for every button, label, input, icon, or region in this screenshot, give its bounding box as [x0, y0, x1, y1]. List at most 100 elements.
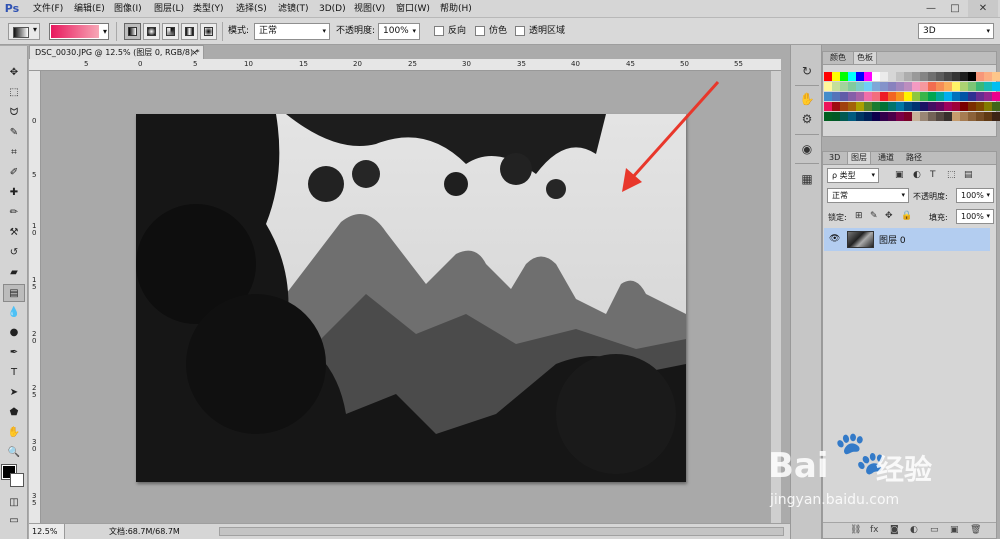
- type-tool-icon[interactable]: T: [3, 364, 25, 382]
- background-color-swatch[interactable]: [10, 473, 24, 487]
- screen-mode-icon[interactable]: ▭: [3, 512, 25, 530]
- pen-tool-icon[interactable]: ✒: [3, 344, 25, 362]
- layer-row[interactable]: 👁 图层 0: [824, 228, 990, 251]
- horizontal-scrollbar[interactable]: [219, 527, 784, 536]
- swatch[interactable]: [992, 82, 1000, 91]
- vertical-ruler: 0 5 1 0 1 5 2 0 2 5 3 0 3 5: [29, 71, 41, 523]
- dodge-tool-icon[interactable]: ●: [3, 324, 25, 342]
- mode-select[interactable]: 正常 ▾: [254, 23, 330, 40]
- menu-edit[interactable]: 编辑(E): [74, 0, 105, 18]
- angle-gradient-button[interactable]: [162, 23, 179, 40]
- menu-file[interactable]: 文件(F): [33, 0, 63, 18]
- eraser-tool-icon[interactable]: ▰: [3, 264, 25, 282]
- color-wheel-icon[interactable]: ◉: [798, 141, 816, 158]
- smart-object-filter-icon[interactable]: ▤: [964, 170, 973, 180]
- history-brush-tool-icon[interactable]: ↺: [3, 244, 25, 262]
- history-icon[interactable]: ↻: [798, 63, 816, 80]
- blend-mode-select[interactable]: 正常 ▾: [827, 188, 909, 203]
- tab-color[interactable]: 颜色: [827, 52, 849, 64]
- menu-window[interactable]: 窗口(W): [396, 0, 430, 18]
- crop-tool-icon[interactable]: ⌗: [3, 144, 25, 162]
- trash-icon[interactable]: 🗑: [970, 525, 981, 535]
- tab-paths[interactable]: 路径: [903, 152, 925, 164]
- tab-channels[interactable]: 通道: [875, 152, 897, 164]
- minimize-button[interactable]: —: [920, 0, 942, 17]
- tab-3d[interactable]: 3D: [826, 152, 843, 164]
- eye-icon[interactable]: 👁: [829, 234, 840, 244]
- swatch[interactable]: [992, 102, 1000, 111]
- move-tool-icon[interactable]: ✥: [3, 64, 25, 82]
- lock-all-icon[interactable]: 🔒: [901, 211, 912, 221]
- adjustment-icon[interactable]: ◐: [910, 525, 918, 535]
- path-select-tool-icon[interactable]: ➤: [3, 384, 25, 402]
- swatch[interactable]: [992, 92, 1000, 101]
- layer-opacity-value: 100%: [961, 191, 984, 200]
- mask-icon[interactable]: ◙: [890, 525, 899, 535]
- diamond-gradient-button[interactable]: [200, 23, 217, 40]
- gradient-tool-icon[interactable]: ▤: [3, 284, 25, 302]
- maximize-button[interactable]: □: [944, 0, 966, 17]
- lock-transparent-icon[interactable]: ⊞: [855, 211, 863, 221]
- swatch[interactable]: [992, 112, 1000, 121]
- transparency-checkbox[interactable]: [515, 26, 525, 36]
- brush-tool-icon[interactable]: ✏: [3, 204, 25, 222]
- opacity-select[interactable]: 100% ▾: [378, 23, 420, 40]
- adjust-icon[interactable]: ⚙: [798, 111, 816, 128]
- close-tab-icon[interactable]: ×: [191, 46, 198, 59]
- shape-tool-icon[interactable]: ⬟: [3, 404, 25, 422]
- menu-3d[interactable]: 3D(D): [319, 0, 346, 18]
- menu-help[interactable]: 帮助(H): [440, 0, 472, 18]
- linear-gradient-button[interactable]: [124, 23, 141, 40]
- image-filter-icon[interactable]: ▣: [895, 170, 904, 180]
- properties-icon[interactable]: ▦: [798, 171, 816, 188]
- type-filter-icon[interactable]: T: [930, 170, 936, 180]
- swatch[interactable]: [992, 72, 1000, 81]
- menu-select[interactable]: 选择(S): [236, 0, 267, 18]
- radial-gradient-button[interactable]: [143, 23, 160, 40]
- eyedropper-tool-icon[interactable]: ✐: [3, 164, 25, 182]
- reverse-checkbox[interactable]: [434, 26, 444, 36]
- spot-healing-tool-icon[interactable]: ✚: [3, 184, 25, 202]
- marquee-tool-icon[interactable]: ⬚: [3, 84, 25, 102]
- tab-swatches[interactable]: 色板: [853, 52, 877, 64]
- zoom-tool-icon[interactable]: 🔍: [3, 444, 25, 462]
- separator: [116, 22, 117, 41]
- link-icon[interactable]: ⛓: [850, 525, 861, 535]
- lock-pixels-icon[interactable]: ✎: [870, 211, 878, 221]
- fx-icon[interactable]: fx: [870, 525, 879, 535]
- chevron-down-icon[interactable]: ▾: [103, 24, 107, 39]
- menu-filter[interactable]: 滤镜(T): [278, 0, 309, 18]
- shape-filter-icon[interactable]: ⬚: [947, 170, 956, 180]
- hand-tool-icon[interactable]: ✋: [3, 424, 25, 442]
- lasso-tool-icon[interactable]: ᗢ: [3, 104, 25, 122]
- tab-layers[interactable]: 图层: [847, 152, 871, 164]
- hand-glove-icon[interactable]: ✋: [798, 91, 816, 108]
- menu-view[interactable]: 视图(V): [354, 0, 385, 18]
- lock-position-icon[interactable]: ✥: [885, 211, 893, 221]
- gradient-picker[interactable]: ▾: [49, 23, 109, 40]
- layer-opacity-field[interactable]: 100% ▾: [956, 188, 994, 203]
- document-tab[interactable]: DSC_0030.JPG @ 12.5% (图层 0, RGB/8) * ×: [29, 45, 204, 59]
- group-icon[interactable]: ▭: [930, 525, 939, 535]
- quick-mask-icon[interactable]: ◫: [3, 494, 25, 512]
- menu-image[interactable]: 图像(I): [114, 0, 142, 18]
- dither-checkbox[interactable]: [475, 26, 485, 36]
- clone-stamp-tool-icon[interactable]: ⚒: [3, 224, 25, 242]
- fill-field[interactable]: 100% ▾: [956, 209, 994, 224]
- quick-select-tool-icon[interactable]: ✎: [3, 124, 25, 142]
- document-info[interactable]: 文档:68.7M/68.7M: [109, 524, 180, 539]
- reflected-gradient-button[interactable]: [181, 23, 198, 40]
- menu-type[interactable]: 类型(Y): [193, 0, 224, 18]
- zoom-field[interactable]: 12.5%: [29, 524, 65, 539]
- workspace-select[interactable]: 3D ▾: [918, 23, 994, 39]
- vertical-scrollbar[interactable]: [771, 71, 781, 523]
- chevron-down-icon: ▾: [871, 171, 875, 179]
- tool-preset-picker[interactable]: [8, 23, 40, 40]
- layer-filter-select[interactable]: ρ 类型 ▾: [827, 168, 879, 183]
- close-window-button[interactable]: ✕: [968, 0, 998, 17]
- adjustment-filter-icon[interactable]: ◐: [913, 170, 921, 180]
- blur-tool-icon[interactable]: 💧: [3, 304, 25, 322]
- menu-layer[interactable]: 图层(L): [154, 0, 184, 18]
- layer-name[interactable]: 图层 0: [879, 233, 906, 246]
- new-layer-icon[interactable]: ▣: [950, 525, 959, 535]
